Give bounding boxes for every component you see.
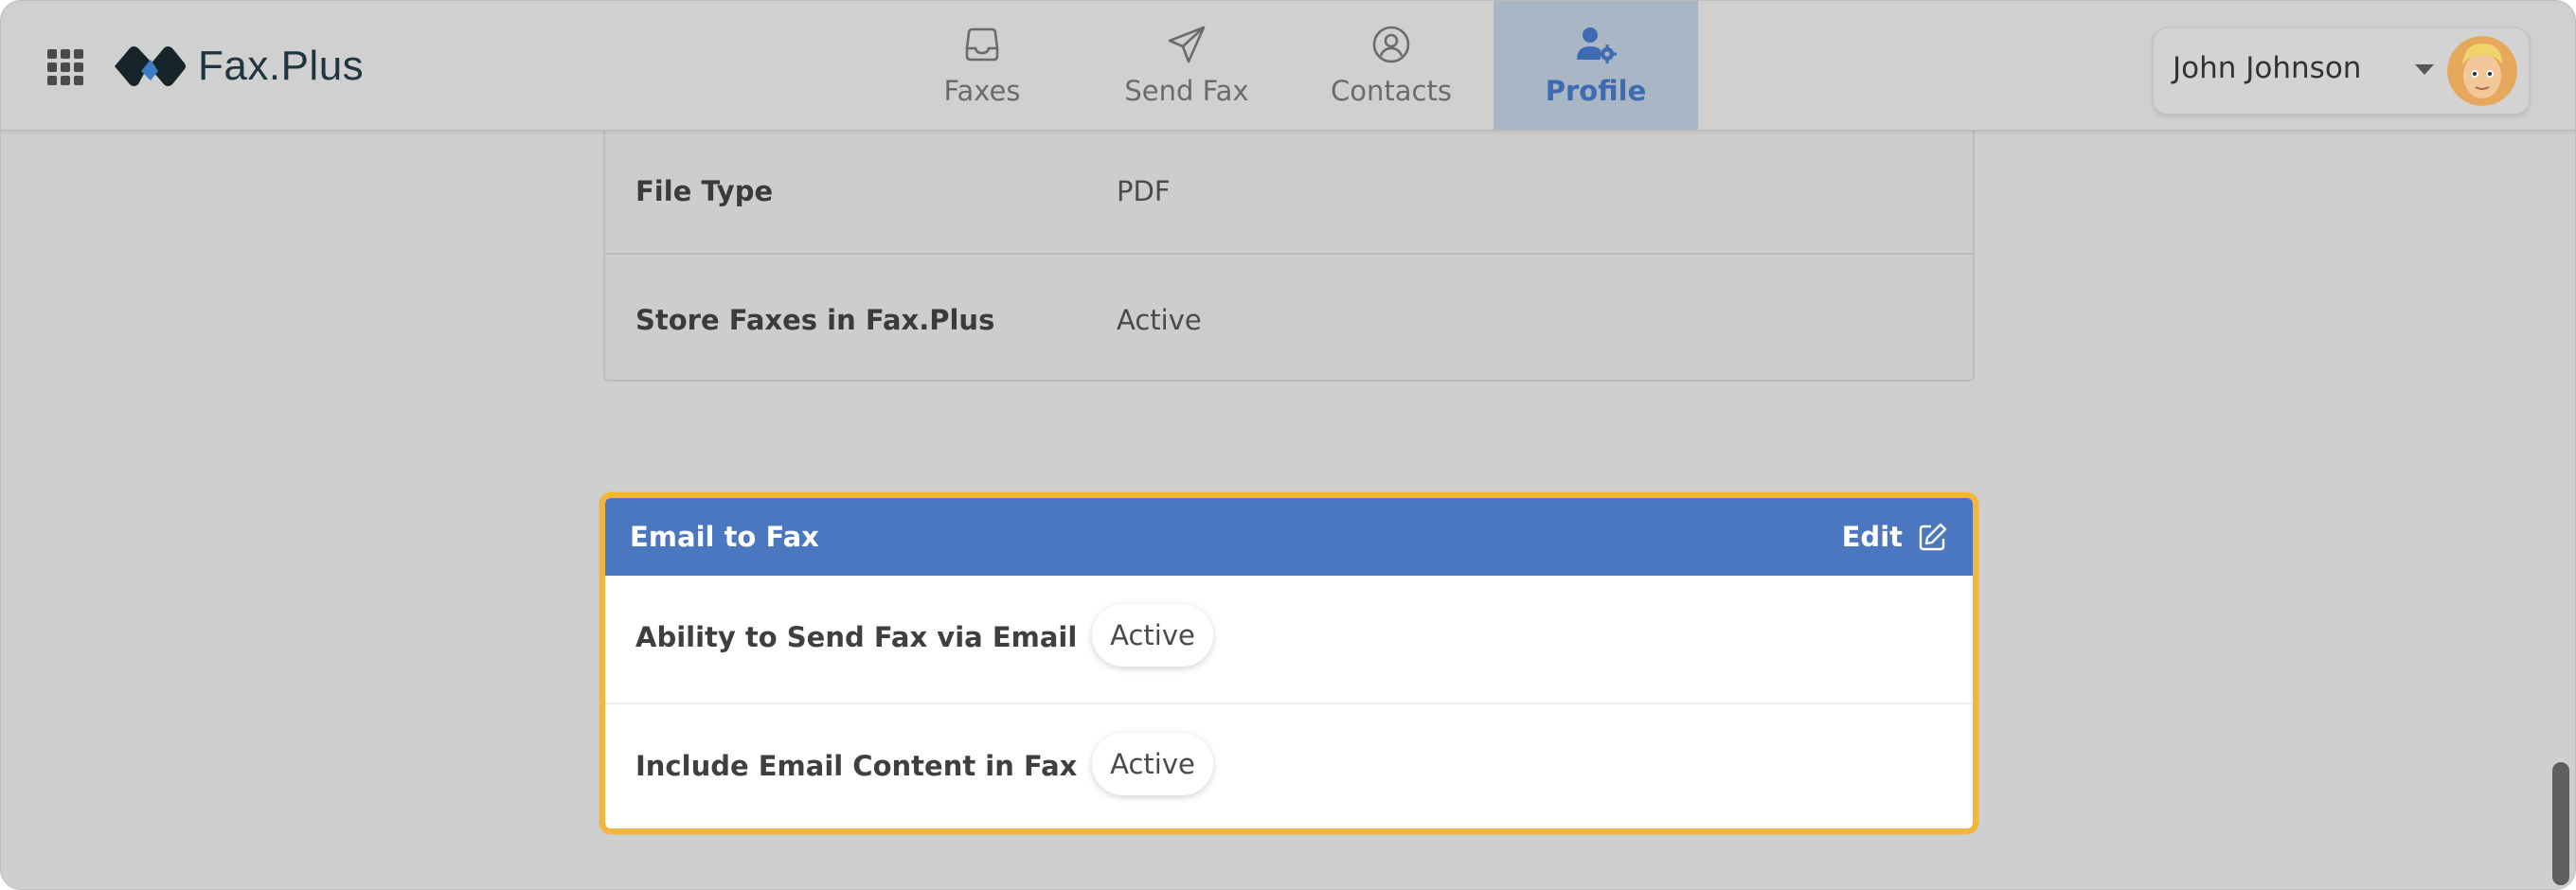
card-title: Email to Fax (630, 521, 819, 553)
nav-faxes-label: Faxes (943, 75, 1021, 107)
edit-label: Edit (1841, 521, 1903, 553)
nav-contacts[interactable]: Contacts (1289, 1, 1494, 130)
fax-plus-logo-icon (115, 46, 186, 86)
setting-row: File Type PDF (605, 115, 1973, 241)
setting-value: PDF (1117, 175, 1171, 207)
setting-label: File Type (635, 175, 774, 207)
setting-row: Include Email Content in Fax Active (605, 704, 1973, 828)
nav-send-fax[interactable]: Send Fax (1084, 1, 1289, 130)
card-header: Email to Fax Edit (605, 498, 1973, 576)
email-to-fax-card: Email to Fax Edit Ability to Send Fax vi… (599, 492, 1978, 834)
caret-down-icon (2415, 64, 2434, 75)
setting-label: Store Faxes in Fax.Plus (635, 304, 995, 336)
brand-logo[interactable]: Fax.Plus (113, 41, 364, 92)
user-cog-icon (1577, 27, 1617, 63)
brand-name: Fax.Plus (198, 43, 365, 89)
setting-label: Include Email Content in Fax (635, 750, 1078, 782)
vertical-scrollbar[interactable] (2552, 762, 2569, 885)
setting-row: Store Faxes in Fax.Plus Active (605, 255, 1973, 382)
user-circle-icon (1372, 26, 1410, 63)
nav-contacts-label: Contacts (1331, 75, 1452, 107)
paper-plane-icon (1168, 26, 1206, 63)
setting-label: Ability to Send Fax via Email (635, 621, 1078, 653)
inbox-icon (965, 27, 999, 62)
nav-profile[interactable]: Profile (1494, 1, 1698, 130)
status-badge: Active (1092, 604, 1213, 667)
setting-value: Active (1117, 304, 1202, 336)
nav-profile-label: Profile (1545, 75, 1647, 107)
setting-row: Ability to Send Fax via Email Active (605, 576, 1973, 703)
fax-settings-card: File Type PDF Store Faxes in Fax.Plus Ac… (603, 115, 1975, 382)
status-badge: Active (1092, 733, 1213, 795)
app-window: Fax.Plus Faxes Send Fax Contacts Profile… (0, 0, 2576, 890)
edit-icon (1919, 523, 1947, 551)
app-grid-icon[interactable] (46, 48, 84, 86)
top-navigation-bar: Fax.Plus Faxes Send Fax Contacts Profile… (1, 1, 2575, 131)
nav-send-fax-label: Send Fax (1124, 75, 1249, 107)
nav-faxes[interactable]: Faxes (880, 1, 1084, 130)
user-menu-button[interactable]: John Johnson (2153, 27, 2530, 115)
edit-button[interactable]: Edit (1842, 515, 1948, 559)
avatar (2447, 36, 2517, 106)
user-name: John Johnson (2173, 51, 2362, 85)
